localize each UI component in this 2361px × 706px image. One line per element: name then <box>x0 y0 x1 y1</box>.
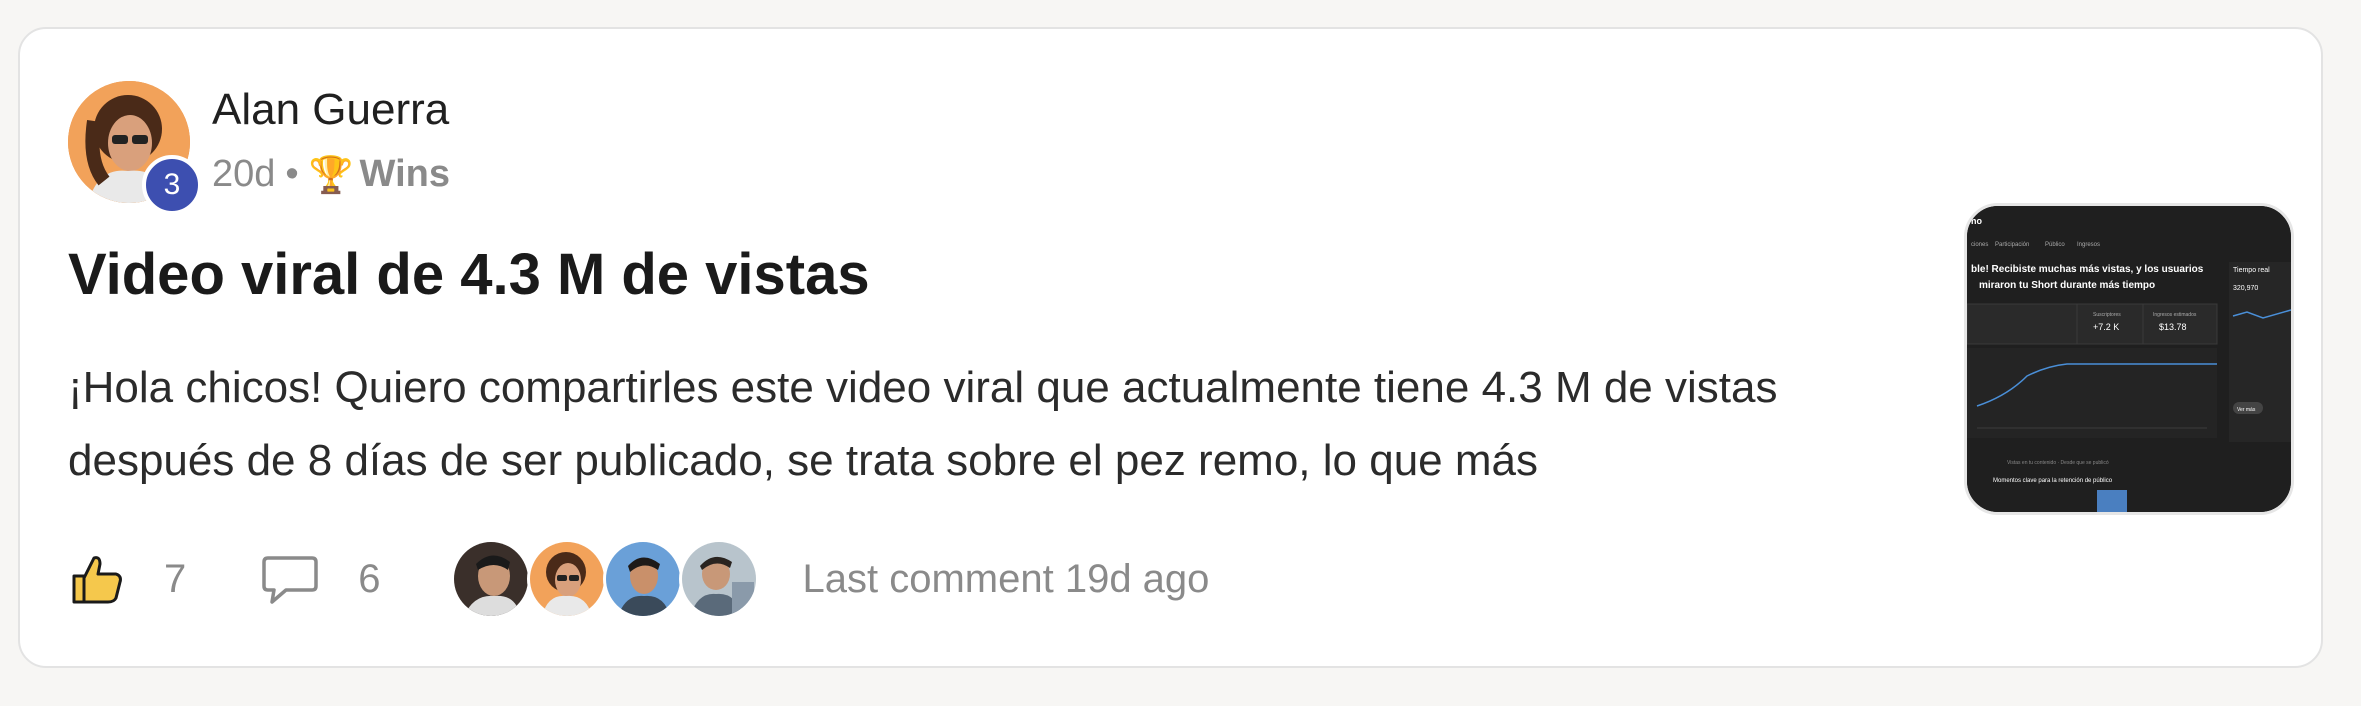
post-card[interactable]: 3 Alan Guerra 20d • 🏆 Wins Video viral d… <box>18 27 2323 668</box>
thumb-more-button: Ver más <box>2237 407 2256 413</box>
thumb-stat-label: Suscriptores <box>2093 312 2121 318</box>
level-badge: 3 <box>142 155 202 215</box>
thumb-retention-title: Momentos clave para la retención de públ… <box>1993 478 2113 484</box>
commenter-avatar[interactable] <box>602 539 683 619</box>
analytics-screenshot-image: ho ciones Participación Público Ingresos… <box>1967 206 2291 512</box>
meta-separator: • <box>285 153 299 195</box>
author-avatar[interactable]: 3 <box>68 81 202 215</box>
svg-text:Vistas en tu contenido · Desde: Vistas en tu contenido · Desde que se pu… <box>2007 460 2109 466</box>
post-meta: 20d • 🏆 Wins <box>212 153 450 196</box>
commenter-avatars[interactable] <box>450 539 759 619</box>
svg-text:ble! Recibiste muchas más vist: ble! Recibiste muchas más vistas, y los … <box>1971 264 2204 275</box>
like-icon[interactable] <box>68 550 126 608</box>
thumb-tab: ciones <box>1971 242 1988 248</box>
category-label[interactable]: Wins <box>360 153 450 196</box>
svg-text:miraron tu Short durante más t: miraron tu Short durante más tiempo <box>1979 280 2155 291</box>
thumb-side-value: 320,970 <box>2233 285 2258 292</box>
comment-count: 6 <box>358 556 381 601</box>
post-excerpt[interactable]: ¡Hola chicos! Quiero compartirles este v… <box>68 351 1828 497</box>
svg-text:ho: ho <box>1971 216 1982 226</box>
post-thumbnail[interactable]: ho ciones Participación Público Ingresos… <box>1964 203 2294 515</box>
thumb-tab: Público <box>2045 242 2065 248</box>
author-name[interactable]: Alan Guerra <box>212 85 449 135</box>
commenter-avatar[interactable] <box>526 539 607 619</box>
like-count: 7 <box>164 556 187 601</box>
thumb-stat-label: Ingresos estimados <box>2153 312 2197 318</box>
post-time: 20d <box>212 153 276 195</box>
post-title[interactable]: Video viral de 4.3 M de vistas <box>68 241 870 308</box>
comment-icon[interactable] <box>260 552 320 606</box>
thumb-side-title: Tiempo real <box>2233 267 2270 274</box>
commenter-avatar[interactable] <box>450 539 531 619</box>
thumb-stat-value: +7.2 K <box>2093 322 2119 332</box>
last-comment-time: Last comment 19d ago <box>802 556 1210 601</box>
trophy-icon: 🏆 <box>308 153 354 195</box>
thumb-stat-value: $13.78 <box>2159 322 2187 332</box>
thumb-tab: Ingresos <box>2077 242 2100 248</box>
post-footer: 7 6 Last comment 19d ago <box>68 539 1209 619</box>
thumb-tab: Participación <box>1995 242 2029 248</box>
commenter-avatar[interactable] <box>678 539 759 619</box>
